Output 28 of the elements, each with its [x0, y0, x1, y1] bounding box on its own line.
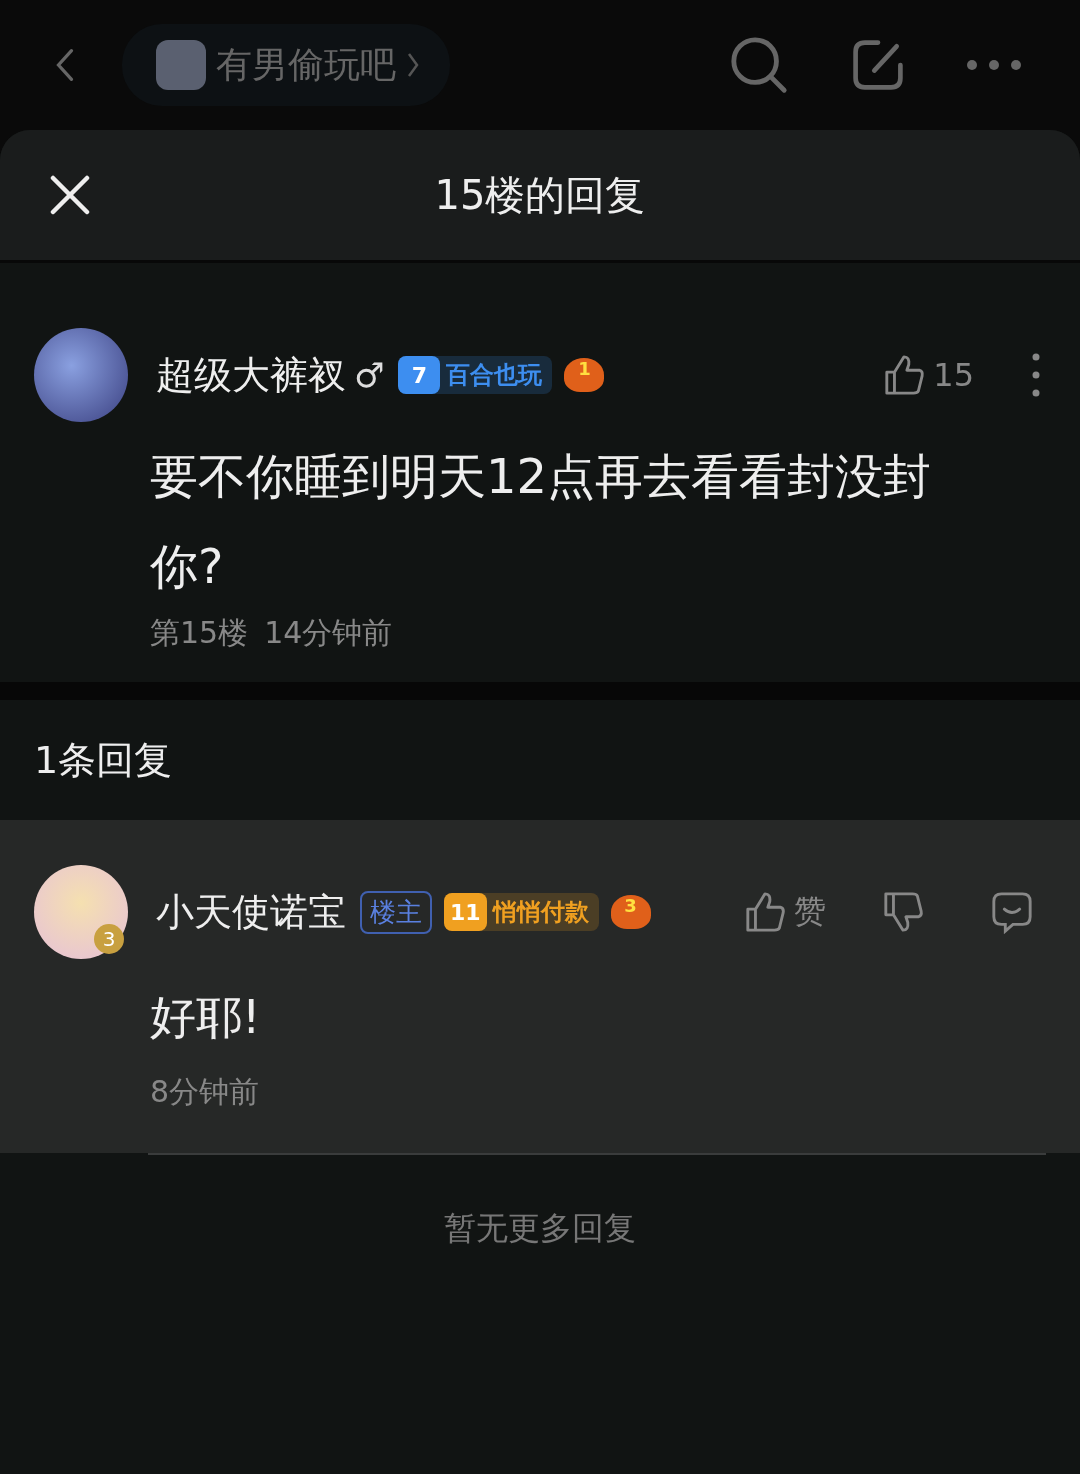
search-icon[interactable] — [728, 34, 790, 96]
more-icon[interactable] — [966, 59, 1022, 71]
level-badge: 11 悄悄付款 — [444, 893, 599, 931]
replies-count: 1条回复 — [33, 736, 174, 784]
edit-icon[interactable] — [850, 37, 906, 93]
medal-badge: 1 — [564, 358, 605, 392]
thumbs-up-icon[interactable] — [883, 353, 926, 397]
author-name[interactable]: 超级大裤衩 — [156, 349, 346, 401]
sheet-title: 15楼的回复 — [434, 170, 646, 220]
comment-icon[interactable] — [990, 890, 1034, 934]
floor-number: 第15楼 — [150, 614, 249, 652]
gender-symbol: ♂ — [354, 355, 385, 395]
medal-badge: 3 — [610, 895, 651, 929]
reply-content: 好耶! — [149, 989, 262, 1046]
forum-name: 有男偷玩吧 — [216, 42, 396, 87]
forum-avatar — [156, 40, 206, 90]
close-icon[interactable] — [50, 175, 90, 215]
thumbs-down-icon[interactable] — [882, 890, 924, 934]
like-count: 15 — [933, 356, 974, 394]
like-button[interactable]: 赞 — [744, 890, 826, 934]
more-vertical-icon[interactable] — [1032, 353, 1040, 397]
reply-time: 8分钟前 — [150, 1073, 260, 1111]
level-badge: 7 百合也玩 — [398, 356, 553, 394]
post-time: 14分钟前 — [264, 614, 393, 652]
owner-tag: 楼主 — [360, 890, 432, 934]
post-content: 要不你睡到明天12点再去看看封没封你? — [149, 447, 933, 596]
author-name[interactable]: 小天使诺宝 — [156, 886, 346, 938]
no-more-replies: 暂无更多回复 — [443, 1208, 637, 1249]
